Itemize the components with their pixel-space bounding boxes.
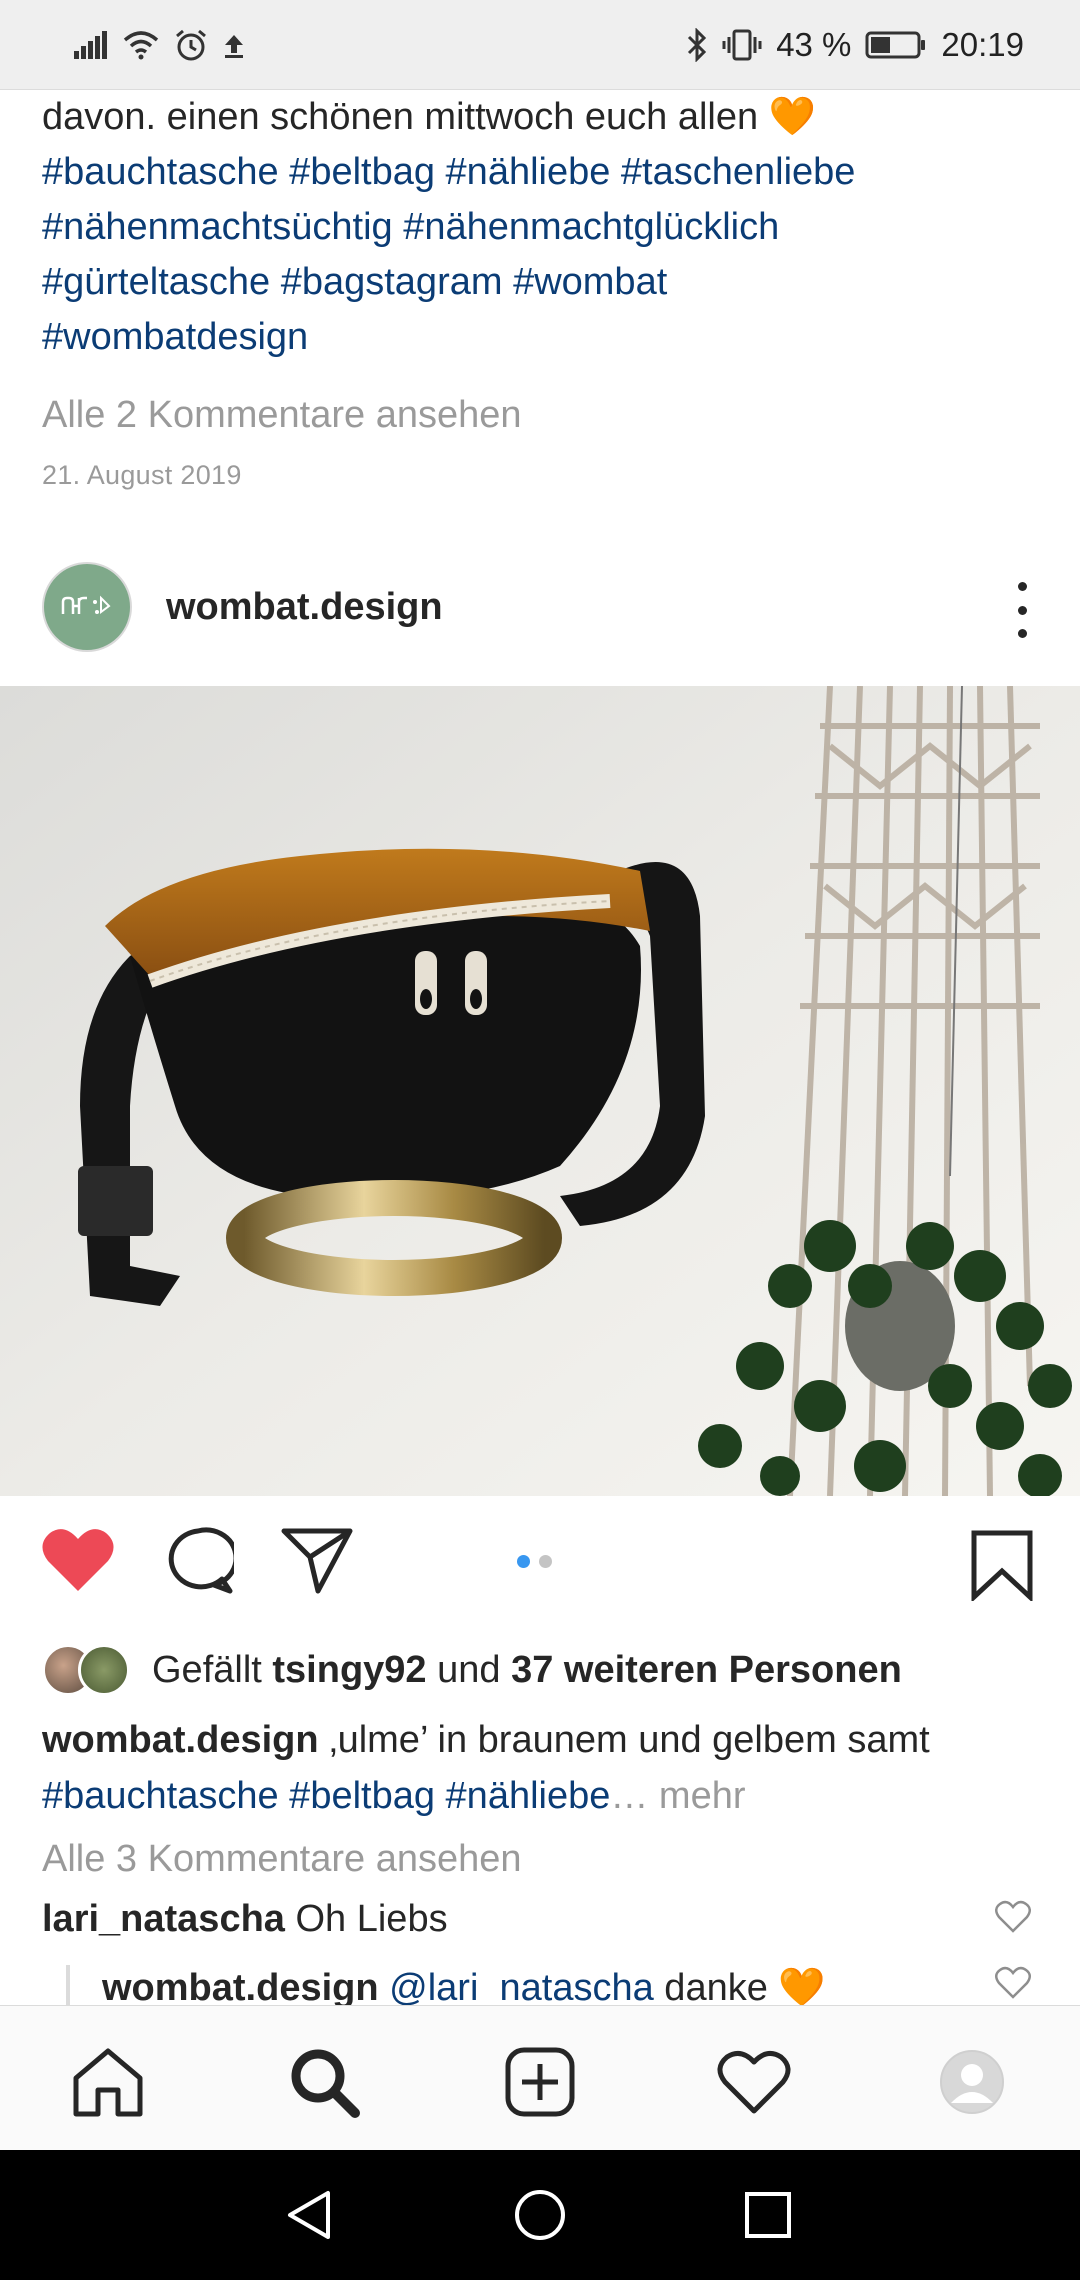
- carousel-dot: [539, 1555, 552, 1568]
- battery-percent: 43 %: [776, 25, 852, 63]
- hashtag-line[interactable]: #nähenmachtsüchtig #nähenmachtglücklich: [42, 200, 1042, 255]
- back-icon[interactable]: [280, 2185, 340, 2245]
- caption-text: ‚ulme’ in braunem und gelbem samt: [318, 1719, 930, 1761]
- caption-ellipsis: …: [610, 1775, 649, 1817]
- reply-indent-rule: [66, 1965, 70, 2007]
- reply-text: danke 🧡: [653, 1967, 826, 2009]
- liker-username[interactable]: tsingy92: [272, 1649, 426, 1691]
- system-navigation-bar: [0, 2150, 1080, 2280]
- share-icon[interactable]: [280, 1525, 354, 1600]
- home-circle-icon[interactable]: [510, 2185, 570, 2245]
- hashtag-line[interactable]: #bauchtasche #beltbag #nähliebe #taschen…: [42, 145, 1042, 200]
- recents-icon[interactable]: [738, 2185, 798, 2245]
- comment-row: lari_natascha Oh Liebs: [42, 1898, 448, 1941]
- screen: 43 % 20:19 davon. einen schönen mittwoch…: [0, 0, 1080, 2280]
- profile-icon[interactable]: [932, 2042, 1012, 2122]
- reply-username[interactable]: wombat.design: [102, 1967, 379, 2009]
- battery-icon: [865, 30, 927, 60]
- wifi-icon: [122, 30, 160, 60]
- reply-like-icon[interactable]: [994, 1966, 1032, 2005]
- status-bar: 43 % 20:19: [0, 0, 1080, 90]
- bottom-nav: [0, 2005, 1080, 2150]
- likes-others[interactable]: 37 weiteren Personen: [511, 1649, 902, 1691]
- view-comments-link[interactable]: Alle 3 Kommentare ansehen: [42, 1838, 522, 1881]
- hashtag-line[interactable]: #gürteltasche #bagstagram #wombat: [42, 255, 1042, 310]
- like-heart-icon[interactable]: [40, 1525, 116, 1600]
- post-actions: [0, 1525, 1080, 1605]
- reply-row: wombat.design @lari_natascha danke 🧡: [102, 1966, 826, 2010]
- bookmark-icon[interactable]: [970, 1529, 1034, 1606]
- signal-icon: [74, 30, 108, 59]
- liker-avatar: [78, 1644, 130, 1696]
- upload-icon: [222, 31, 246, 59]
- reply-mention[interactable]: @lari_natascha: [379, 1967, 654, 2009]
- caption-hashtags[interactable]: #bauchtasche #beltbag #nähliebe: [42, 1775, 610, 1817]
- likes-summary[interactable]: Gefällt tsingy92 und 37 weiteren Persone…: [42, 1640, 902, 1700]
- previous-post-date: 21. August 2019: [42, 460, 242, 490]
- avatar[interactable]: [42, 562, 132, 652]
- comment-icon[interactable]: [162, 1525, 239, 1602]
- comment-like-icon[interactable]: [994, 1900, 1032, 1939]
- clock: 20:19: [941, 25, 1024, 63]
- activity-heart-icon[interactable]: [714, 2042, 794, 2122]
- likes-text: Gefällt tsingy92 und 37 weiteren Persone…: [152, 1649, 902, 1692]
- post-username[interactable]: wombat.design: [166, 586, 443, 629]
- more-link[interactable]: mehr: [648, 1775, 746, 1817]
- more-options-icon[interactable]: [1002, 582, 1042, 638]
- search-icon[interactable]: [284, 2042, 364, 2122]
- comment-text: Oh Liebs: [284, 1898, 448, 1940]
- wombat-logo-icon: [61, 595, 111, 614]
- post-photo[interactable]: [0, 686, 1080, 1496]
- caption-username[interactable]: wombat.design: [42, 1719, 319, 1761]
- home-icon[interactable]: [68, 2042, 148, 2122]
- likes-conjunction: und: [426, 1648, 512, 1691]
- previous-view-comments-link[interactable]: Alle 2 Kommentare ansehen: [42, 394, 522, 437]
- comment-username[interactable]: lari_natascha: [42, 1898, 285, 1940]
- alarm-icon: [174, 28, 208, 62]
- vibrate-icon: [722, 28, 762, 62]
- bluetooth-icon: [686, 27, 708, 62]
- previous-post-caption: davon. einen schönen mittwoch euch allen…: [42, 90, 1042, 365]
- likes-prefix: Gefällt: [152, 1648, 273, 1691]
- carousel-dot: [517, 1555, 530, 1568]
- post-caption: wombat.design ‚ulme’ in braunem und gelb…: [42, 1712, 1042, 1824]
- add-post-icon[interactable]: [500, 2042, 580, 2122]
- previous-caption-text: davon. einen schönen mittwoch euch allen…: [42, 96, 817, 138]
- hashtag-line[interactable]: #wombatdesign: [42, 310, 1042, 365]
- carousel-indicator: [517, 1555, 552, 1568]
- post-header: wombat.design: [0, 562, 1080, 657]
